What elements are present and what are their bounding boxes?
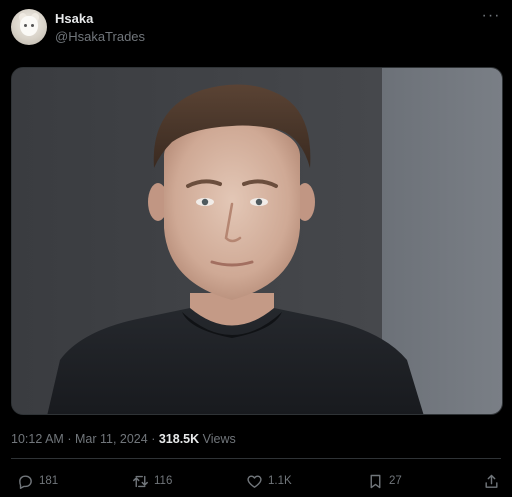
- like-button[interactable]: 1.1K: [246, 466, 292, 496]
- reply-icon: [19, 474, 32, 489]
- author-display-name[interactable]: Hsaka: [55, 11, 145, 27]
- repost-button[interactable]: 116: [132, 466, 172, 496]
- tweet-media-photo[interactable]: [11, 67, 503, 415]
- meta-separator: ·: [67, 432, 72, 446]
- author-names: Hsaka @HsakaTrades: [55, 11, 145, 45]
- views-label: Views: [202, 432, 236, 446]
- bookmark-icon: [370, 474, 381, 488]
- tweet-time[interactable]: 10:12 AM: [11, 432, 64, 446]
- meta-dot: ·: [151, 432, 156, 446]
- author-avatar[interactable]: [11, 9, 47, 45]
- portrait-photo: [12, 68, 502, 414]
- tweet-meta: 10:12 AM · Mar 11, 2024 · 318.5K Views: [11, 432, 236, 446]
- tweet-header: Hsaka @HsakaTrades ···: [11, 8, 501, 49]
- divider: [11, 458, 501, 459]
- heart-icon: [247, 474, 262, 488]
- share-button[interactable]: [483, 466, 500, 496]
- reply-count: 181: [39, 475, 59, 487]
- bookmark-count: 27: [389, 475, 402, 487]
- repost-count: 116: [154, 475, 173, 487]
- more-options-icon[interactable]: ···: [481, 8, 501, 29]
- share-icon: [485, 474, 498, 488]
- author-handle[interactable]: @HsakaTrades: [55, 29, 145, 45]
- repost-icon: [133, 475, 148, 487]
- views-count[interactable]: 318.5K: [159, 432, 199, 446]
- tweet-card: Hsaka @HsakaTrades ··· 10:12 AM · Mar 11…: [0, 0, 512, 497]
- avatar-face: [20, 16, 38, 36]
- action-bar: 181 116 1.1K 27: [0, 466, 512, 496]
- bookmark-button[interactable]: 27: [367, 466, 402, 496]
- avatar-eye-right: [31, 24, 34, 27]
- like-count: 1.1K: [268, 475, 292, 487]
- tweet-date[interactable]: Mar 11, 2024: [75, 432, 148, 446]
- reply-button[interactable]: 181: [17, 466, 58, 496]
- avatar-eye-left: [24, 24, 27, 27]
